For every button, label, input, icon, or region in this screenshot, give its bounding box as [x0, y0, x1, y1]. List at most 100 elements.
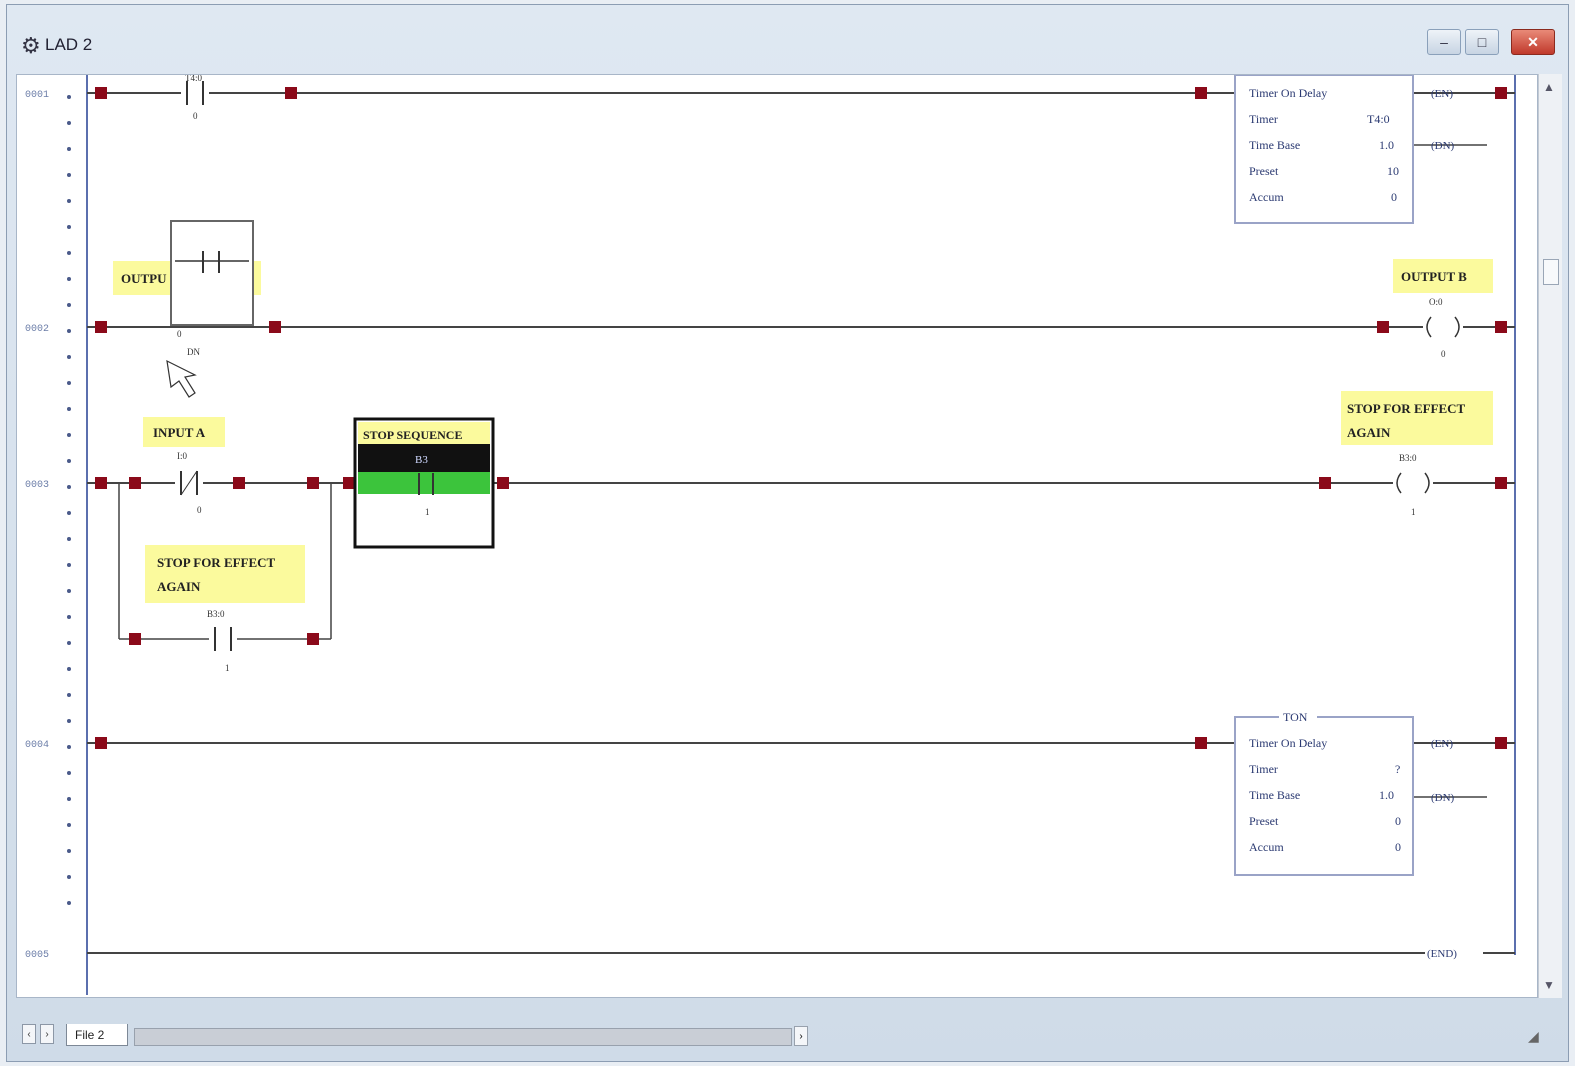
drag-preview-bit: 1: [425, 507, 430, 517]
node-marker[interactable]: [233, 477, 245, 489]
timer-row-value: T4:0: [1367, 112, 1390, 126]
ladder-canvas[interactable]: 0001 0002 0003 0004 0005 T4:0 0 Timer On…: [16, 74, 1538, 998]
contact-comment-text: OUTPU: [121, 271, 167, 286]
coil-comment-line: AGAIN: [1347, 425, 1391, 440]
end-instruction: (END): [1427, 948, 1457, 960]
node-marker[interactable]: [285, 87, 297, 99]
coil-bit: 0: [1441, 349, 1446, 359]
contact-stop-for-effect-again[interactable]: B3:0 1: [207, 609, 237, 673]
en-output[interactable]: (EN): [1431, 738, 1453, 750]
tab-nav-left-button[interactable]: ‹: [22, 1024, 36, 1044]
node-marker[interactable]: [497, 477, 509, 489]
node-marker[interactable]: [95, 477, 107, 489]
rung-4[interactable]: TON Timer On Delay Timer ? Time Base 1.0…: [87, 710, 1515, 876]
node-marker[interactable]: [95, 87, 107, 99]
horizontal-scrollbar[interactable]: [134, 1028, 792, 1046]
drag-preview-address: B3: [415, 454, 428, 466]
output-coil-stop-for-effect-again[interactable]: B3:0 1: [1393, 453, 1433, 517]
node-marker[interactable]: [1377, 321, 1389, 333]
node-marker[interactable]: [1195, 737, 1207, 749]
timer-row-label: Timer: [1249, 762, 1278, 776]
node-marker[interactable]: [129, 633, 141, 645]
timer-row-label: Accum: [1249, 190, 1284, 204]
node-marker[interactable]: [1319, 477, 1331, 489]
coil-comment: STOP FOR EFFECT AGAIN: [1341, 391, 1493, 445]
window-title: LAD 2: [45, 35, 93, 54]
contact-extra: DN: [187, 347, 200, 357]
rung-number-2: 0002: [25, 324, 49, 335]
timer-row-value: 0: [1395, 840, 1401, 854]
timer-row-label: Time Base: [1249, 138, 1300, 152]
drag-preview-label: STOP SEQUENCE: [363, 428, 462, 442]
vertical-scrollbar[interactable]: ▲ ▼: [1538, 74, 1562, 998]
rung-3[interactable]: INPUT A I:0 0 STOP FOR EFFECT AGAIN B3:0…: [87, 391, 1515, 673]
rung-1[interactable]: T4:0 0 Timer On Delay Timer T4:0 Time Ba…: [87, 75, 1515, 224]
timer-row-label: Preset: [1249, 814, 1279, 828]
node-marker[interactable]: [307, 477, 319, 489]
scroll-thumb[interactable]: [1543, 259, 1559, 285]
node-marker[interactable]: [343, 477, 355, 489]
branch-comment-line: STOP FOR EFFECT: [157, 555, 276, 570]
node-marker[interactable]: [307, 633, 319, 645]
timer-row-value: 1.0: [1379, 138, 1394, 152]
ladder-app-icon: ⚙: [21, 33, 41, 58]
close-button[interactable]: ✕: [1511, 29, 1555, 55]
contact-address: I:0: [177, 451, 187, 461]
rung-5-end[interactable]: (END): [87, 948, 1515, 960]
coil-comment: OUTPUT B: [1393, 259, 1493, 293]
scroll-right-button[interactable]: ›: [794, 1026, 808, 1046]
input-comment: INPUT A: [143, 417, 225, 447]
rung-2[interactable]: OUTPU 0 DN OUTPUT B O:0 0: [87, 220, 1515, 398]
minimize-button[interactable]: –: [1427, 29, 1461, 55]
timer-row-label: Timer: [1249, 112, 1278, 126]
node-marker[interactable]: [1195, 87, 1207, 99]
node-marker[interactable]: [95, 737, 107, 749]
timer-row-value: 1.0: [1379, 788, 1394, 802]
tab-file-2[interactable]: File 2: [66, 1024, 128, 1046]
rung-number-3: 0003: [25, 480, 49, 491]
node-marker[interactable]: [1495, 87, 1507, 99]
maximize-button[interactable]: □: [1465, 29, 1499, 55]
resize-grip-icon[interactable]: ◢: [1528, 1028, 1539, 1045]
timer-title: Timer On Delay: [1249, 736, 1327, 750]
dn-output[interactable]: (DN): [1431, 140, 1455, 152]
dn-output[interactable]: (DN): [1431, 792, 1455, 804]
timer-row-label: Preset: [1249, 164, 1279, 178]
rail-dots: [67, 95, 71, 905]
contact-address: B3:0: [207, 609, 225, 619]
node-marker[interactable]: [1495, 737, 1507, 749]
node-marker[interactable]: [1495, 321, 1507, 333]
coil-bit: 1: [1411, 507, 1416, 517]
coil-comment-line: STOP FOR EFFECT: [1347, 401, 1466, 416]
contact-bit: 0: [197, 505, 202, 515]
timer-row-value: 0: [1395, 814, 1401, 828]
scroll-up-icon[interactable]: ▲: [1543, 80, 1555, 95]
en-output[interactable]: (EN): [1431, 88, 1453, 100]
timer-row-label: Time Base: [1249, 788, 1300, 802]
mouse-cursor-hand-icon: [166, 359, 197, 398]
node-marker[interactable]: [95, 321, 107, 333]
rung-number-1: 0001: [25, 90, 49, 101]
tab-nav-right-button[interactable]: ›: [40, 1024, 54, 1044]
timer-row-label: Accum: [1249, 840, 1284, 854]
coil-address: O:0: [1429, 297, 1443, 307]
timer-block-t4-0[interactable]: Timer On Delay Timer T4:0 Time Base 1.0 …: [1234, 75, 1414, 224]
node-marker[interactable]: [1495, 477, 1507, 489]
timer-row-value: 0: [1391, 190, 1397, 204]
timer-block-ton[interactable]: TON Timer On Delay Timer ? Time Base 1.0…: [1234, 710, 1414, 876]
contact-t4-0[interactable]: T4:0 0: [181, 75, 209, 121]
node-marker[interactable]: [269, 321, 281, 333]
contact-input-a[interactable]: I:0 0: [175, 451, 203, 515]
scroll-down-icon[interactable]: ▼: [1543, 978, 1555, 993]
title-bar: ⚙ LAD 2 – □ ✕: [7, 5, 1568, 73]
ladder-diagram: 0001 0002 0003 0004 0005 T4:0 0 Timer On…: [25, 75, 1516, 995]
node-marker[interactable]: [129, 477, 141, 489]
drag-preview-stop-sequence[interactable]: STOP SEQUENCE B3 1: [353, 417, 495, 549]
dragged-contact-box[interactable]: [170, 220, 254, 326]
output-coil-output-b[interactable]: O:0 0: [1423, 297, 1463, 359]
contact-address: T4:0: [185, 75, 202, 83]
coil-address: B3:0: [1399, 453, 1417, 463]
contact-bit: 1: [225, 663, 230, 673]
timer-box-label: TON: [1283, 710, 1308, 724]
file-tab-bar: ‹ › File 2 › ◢: [16, 1020, 1539, 1052]
